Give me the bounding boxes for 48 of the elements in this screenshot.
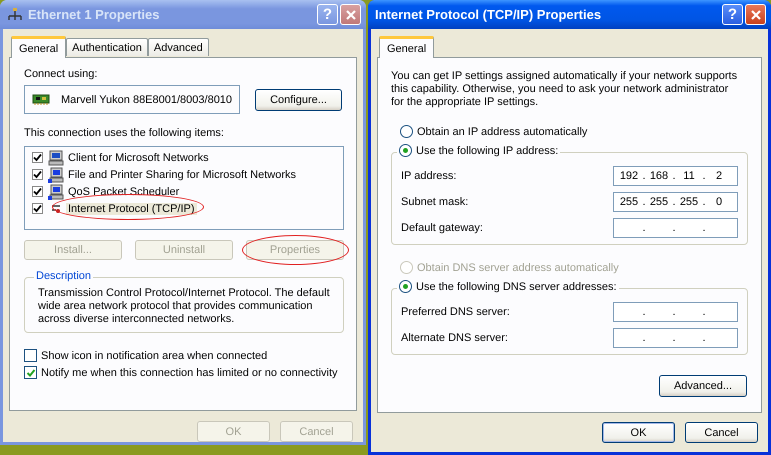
ip-address-field[interactable]: . . . <box>613 218 738 238</box>
window-title: Internet Protocol (TCP/IP) Properties <box>375 7 602 22</box>
field-label: Preferred DNS server: <box>401 306 510 318</box>
radio-button[interactable] <box>400 125 413 138</box>
close-icon <box>750 8 762 20</box>
checkbox[interactable] <box>32 169 43 180</box>
window-title: Ethernet 1 Properties <box>28 7 160 22</box>
network-card-icon <box>32 94 50 106</box>
network-icon <box>7 8 23 22</box>
ip-address-field[interactable]: 192 . 168 . 11 . 2 <box>613 166 738 186</box>
radio-button[interactable] <box>399 144 412 157</box>
items-label: This connection uses the following items: <box>24 127 224 139</box>
list-item[interactable]: Internet Protocol (TCP/IP) <box>66 202 197 214</box>
field-label: IP address: <box>401 170 456 182</box>
close-button[interactable] <box>745 4 766 25</box>
checkbox[interactable] <box>32 152 43 163</box>
advanced-button[interactable]: Advanced... <box>659 375 747 397</box>
close-icon <box>344 8 356 20</box>
list-item[interactable]: File and Printer Sharing for Microsoft Networks <box>66 168 298 180</box>
radio-label: Obtain an IP address automatically <box>417 126 588 138</box>
ip-address-field[interactable]: 255 . 255 . 255 . 0 <box>613 192 738 212</box>
connect-using-label: Connect using: <box>24 68 98 80</box>
dialog-button[interactable]: OK <box>602 422 675 443</box>
computer-icon <box>48 184 64 200</box>
adapter-name: Marvell Yukon 88E8001/8003/8010 <box>61 94 232 106</box>
checkbox[interactable] <box>32 186 43 197</box>
radio-label: Use the following IP address: <box>416 144 558 156</box>
field-label: Alternate DNS server: <box>401 332 508 344</box>
cable-icon <box>51 204 61 212</box>
description-text: Transmission Control Protocol/Internet Protocol. The default wide area network protocol that provides communication across diverse interconnected networks. <box>38 287 331 326</box>
ip-address-field[interactable]: . . . <box>613 328 738 348</box>
radio-label: Obtain DNS server address automatically <box>417 262 619 274</box>
radio-label: Use the following DNS server addresses: <box>416 280 617 292</box>
dialog-button[interactable]: Cancel <box>685 422 758 443</box>
checkbox-label: Show icon in notification area when connected <box>41 350 268 362</box>
computer-icon <box>48 166 64 182</box>
tab[interactable]: General <box>379 36 434 58</box>
computer-icon <box>48 150 64 166</box>
checkbox-label: Notify me when this connection has limited or no connectivity <box>41 366 338 378</box>
group-title: Description <box>34 270 94 282</box>
checkbox[interactable] <box>32 203 43 214</box>
intro-text: You can get IP settings assigned automatically if your network supports this capability. Otherwise, you need to ask your network administrator for the appropriate IP settings. <box>391 70 738 109</box>
radio-button[interactable] <box>399 280 412 293</box>
field-label: Default gateway: <box>401 222 483 234</box>
field-label: Subnet mask: <box>401 196 468 208</box>
help-button[interactable]: ? <box>722 4 743 25</box>
ip-address-field[interactable]: . . . <box>613 302 738 322</box>
list-item[interactable]: Client for Microsoft Networks <box>66 152 211 164</box>
